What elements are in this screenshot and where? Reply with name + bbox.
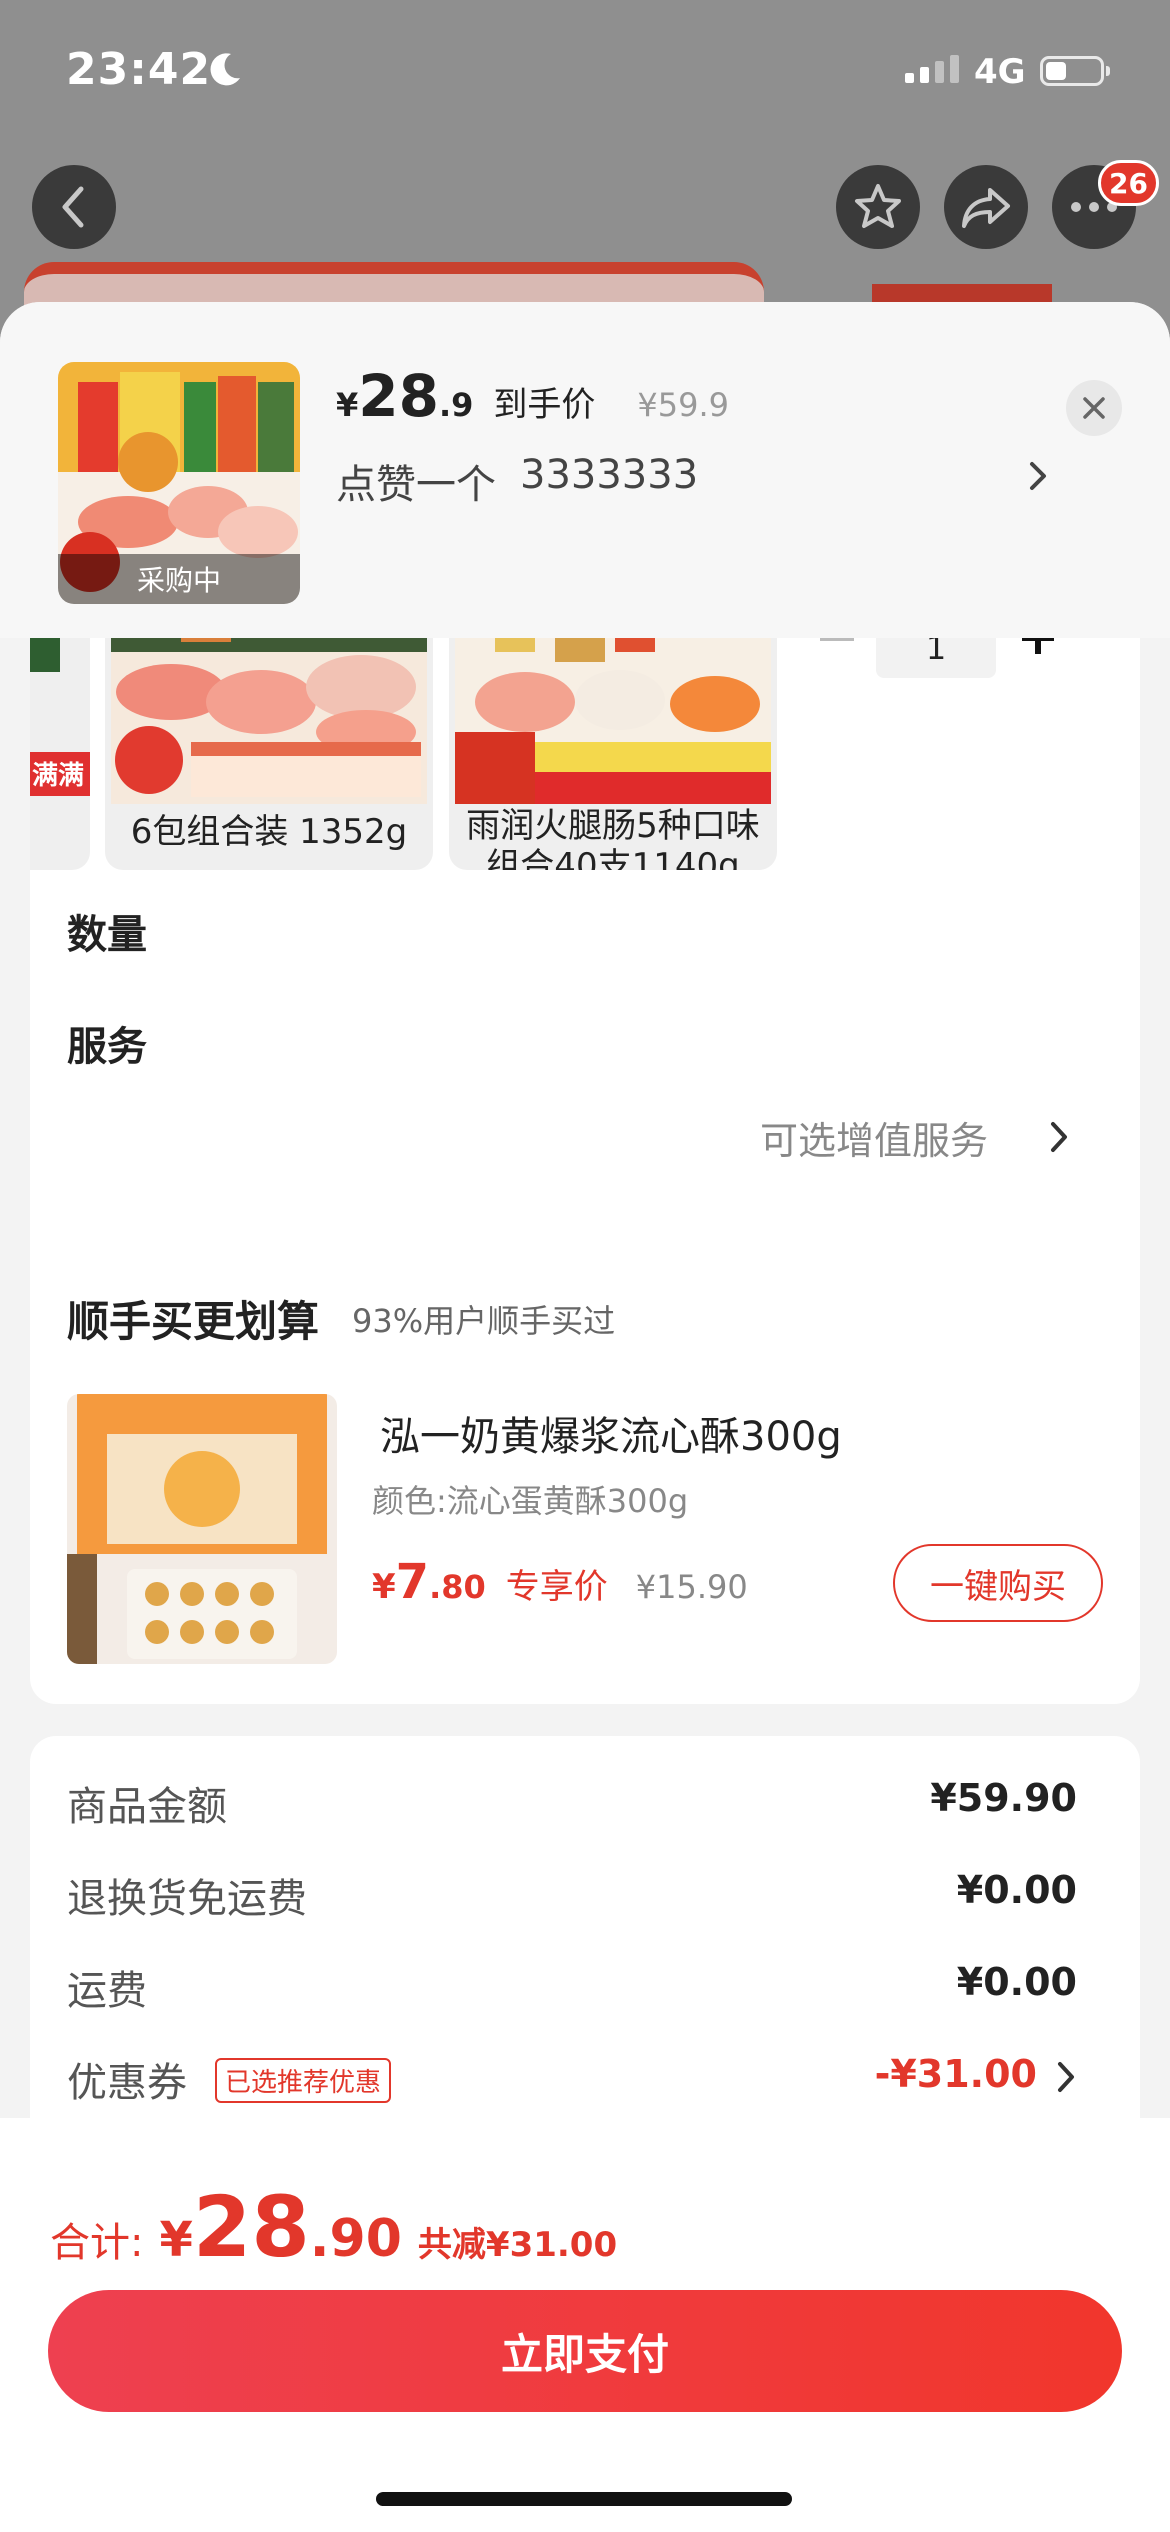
service-label: 服务 (67, 1024, 147, 1070)
original-price: ¥59.9 (637, 386, 730, 424)
network-type: 4G (974, 52, 1026, 92)
price-tag: 到手价 (493, 385, 596, 425)
summary-value: ¥0.00 (956, 1868, 1077, 1912)
addon-original-price: ¥15.90 (635, 1568, 748, 1606)
status-bar: 23:42 4G (0, 0, 1170, 150)
close-button[interactable] (1066, 380, 1122, 436)
quantity-label: 数量 (67, 912, 147, 958)
pay-now-button[interactable]: 立即支付 (48, 2290, 1122, 2412)
summary-label: 退换货免运费 (67, 1876, 307, 1922)
chevron-right-icon[interactable] (1048, 1120, 1070, 1154)
price-dec: .9 (438, 386, 474, 424)
summary-value: ¥59.90 (930, 1776, 1077, 1820)
share-icon (962, 188, 1010, 228)
moon-icon (210, 53, 240, 86)
battery-icon (1040, 56, 1110, 86)
chevron-right-icon[interactable] (1024, 456, 1054, 496)
addon-subtitle: 93%用户顺手买过 (352, 1302, 616, 1340)
addon-name[interactable]: 泓一奶黄爆浆流心酥300g (380, 1404, 842, 1462)
coupon-tag: 已选推荐优惠 (215, 2058, 392, 2103)
purchasing-label: 采购中 (58, 554, 300, 604)
summary-row: 运费 ¥0.00 (67, 1958, 1077, 2018)
chevron-left-icon (62, 186, 84, 228)
spec-label: 点赞一个 (336, 462, 496, 508)
summary-label: 运费 (67, 1968, 147, 2014)
selected-spec[interactable]: 点赞一个 3333333 (336, 452, 698, 510)
share-button[interactable] (944, 165, 1028, 249)
addon-title: 顺手买更划算 (67, 1297, 320, 1346)
total-int: 28 (192, 2178, 310, 2276)
variant-title: 雨润火腿肠5种口味组合40支1140g (466, 806, 760, 870)
price-currency: ¥ (336, 386, 359, 424)
chevron-right-icon[interactable] (1055, 2060, 1077, 2094)
spec-value: 3333333 (520, 452, 699, 498)
total-currency: ¥ (159, 2212, 193, 2268)
total-label: 合计: (50, 2220, 144, 2266)
total-savings: 共减¥31.00 (417, 2225, 618, 2265)
one-click-buy-button[interactable]: 一键购买 (893, 1544, 1103, 1622)
notification-badge: 26 (1098, 160, 1159, 206)
summary-label: 优惠券 (67, 2060, 187, 2106)
price-int: 28 (358, 362, 439, 430)
summary-row: 退换货免运费 ¥0.00 (67, 1866, 1077, 1926)
addon-color: 颜色:流心蛋黄酥300g (372, 1482, 689, 1520)
summary-row: 商品金额 ¥59.90 (67, 1774, 1077, 1834)
addon-price: ¥ 7 .80 专享价 ¥15.90 (372, 1554, 748, 1610)
addon-price-int: 7 (395, 1554, 430, 1610)
home-indicator (376, 2492, 792, 2506)
signal-icon (905, 55, 959, 83)
product-thumbnail[interactable]: 采购中 (58, 362, 300, 604)
variant-title: 6包组合装 1352g (130, 812, 408, 852)
addon-card: 顺手买更划算 93%用户顺手买过 泓一奶黄爆浆流心酥300g 颜色:流心蛋黄酥3… (30, 1244, 1140, 1704)
summary-label: 商品金额 (67, 1784, 227, 1830)
close-icon (1083, 397, 1105, 419)
favorite-button[interactable] (836, 165, 920, 249)
coupon-value: -¥31.00 (874, 2052, 1037, 2096)
service-value[interactable]: 可选增值服务 (760, 1110, 988, 1165)
summary-value: ¥0.00 (956, 1960, 1077, 2004)
coupon-row[interactable]: 优惠券 已选推荐优惠 -¥31.00 (67, 2050, 1077, 2110)
addon-price-dec: .80 (429, 1568, 486, 1606)
sheet-header: 采购中 ¥ 28 .9 到手价 ¥59.9 点赞一个 3333333 (0, 302, 1170, 638)
svg-text:满满: 满满 (32, 761, 84, 791)
checkout-bar: 合计: ¥ 28 .90 共减¥31.00 立即支付 (0, 2118, 1170, 2532)
status-time: 23:42 (66, 44, 212, 95)
back-button[interactable] (32, 165, 116, 249)
star-icon (855, 184, 901, 228)
addon-image[interactable] (67, 1394, 337, 1664)
addon-currency: ¥ (372, 1567, 396, 1607)
addon-price-tag: 专享价 (505, 1567, 608, 1607)
selected-price: ¥ 28 .9 到手价 ¥59.9 (336, 362, 729, 430)
price-summary-card: 商品金额 ¥59.90 退换货免运费 ¥0.00 运费 ¥0.00 优惠券 已选… (30, 1736, 1140, 2156)
total-dec: .90 (309, 2209, 402, 2269)
total-price: 合计: ¥ 28 .90 共减¥31.00 (50, 2178, 617, 2276)
